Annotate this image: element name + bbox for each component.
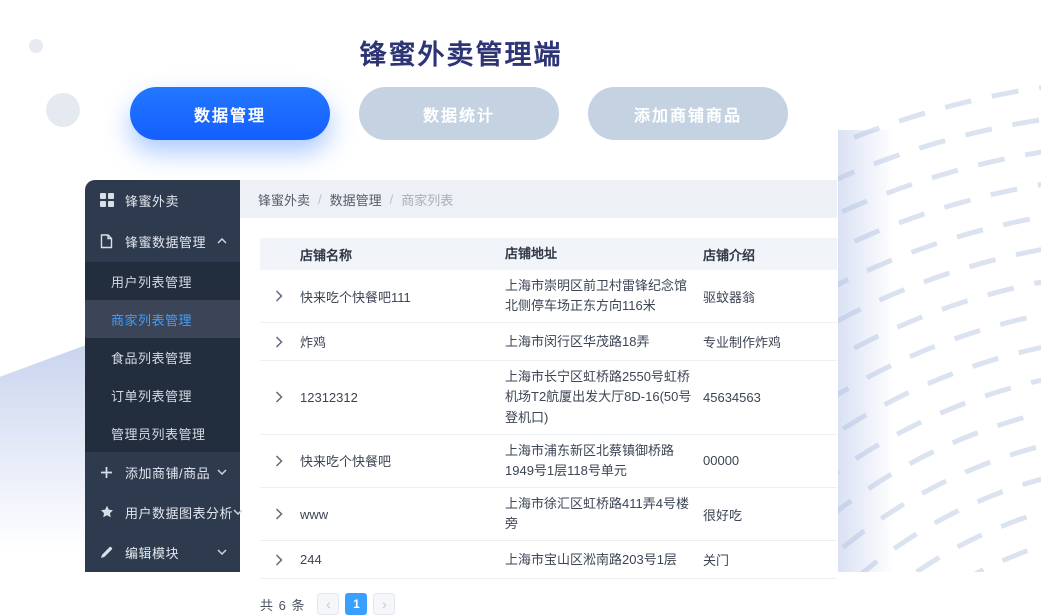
sidebar-item-label: 用户列表管理 [111,272,192,291]
tab-data-statistics[interactable]: 数据统计 [359,87,559,140]
decor-diagonal-gradient [0,345,86,572]
sidebar-item-label: 管理员列表管理 [111,424,206,443]
header-shop-address: 店铺地址 [505,244,703,264]
sidebar-item-order-list[interactable]: 订单列表管理 [85,376,240,414]
row-expand-button[interactable] [260,455,300,467]
sidebar-item-label: 锋蜜外卖 [125,191,228,210]
cell-shop-address: 上海市徐汇区虹桥路411弄4号楼旁 [505,494,703,534]
sidebar-item-label: 添加商铺/商品 [125,463,216,482]
chevron-down-icon [216,466,228,478]
sidebar-item-food-list[interactable]: 食品列表管理 [85,338,240,376]
sidebar-item-admin-list[interactable]: 管理员列表管理 [85,414,240,452]
header-shop-intro: 店铺介绍 [703,245,837,264]
grid-icon [99,193,114,208]
cell-shop-name: 12312312 [300,390,505,405]
sidebar-item-edit-module[interactable]: 编辑模块 [85,532,240,572]
row-expand-button[interactable] [260,290,300,302]
shop-table: 店铺名称 店铺地址 店铺介绍 快来吃个快餐吧111 上海市崇明区前卫村雷锋纪念馆… [260,238,837,579]
decor-dashed-arcs [838,58,1041,572]
pencil-icon [99,545,114,560]
table-row: 炸鸡 上海市闵行区华茂路18弄 专业制作炸鸡 [260,323,837,361]
decor-blue-band [838,130,894,572]
chevron-right-icon [275,290,283,302]
pagination-total: 共 6 条 [260,595,305,614]
row-expand-button[interactable] [260,336,300,348]
cell-shop-address: 上海市崇明区前卫村雷锋纪念馆北侧停车场正东方向116米 [505,276,703,316]
tab-label: 数据管理 [194,102,266,126]
sidebar-item-label: 锋蜜数据管理 [125,232,216,251]
cell-shop-intro: 驱蚊器翁 [703,287,837,306]
sidebar-item-label: 编辑模块 [125,543,216,562]
chevron-right-icon [275,455,283,467]
chevron-down-icon [216,546,228,558]
sidebar-item-add-shop[interactable]: 添加商铺/商品 [85,452,240,492]
cell-shop-address: 上海市浦东新区北蔡镇御桥路1949号1层118号单元 [505,441,703,481]
tab-label: 数据统计 [423,102,495,126]
breadcrumb-home[interactable]: 锋蜜外卖 [258,190,310,209]
cell-shop-name: www [300,507,505,522]
chevron-right-icon [275,554,283,566]
sidebar-item-label: 商家列表管理 [111,310,192,329]
chevron-up-icon [216,235,228,247]
chevron-right-icon [275,336,283,348]
table-row: 12312312 上海市长宁区虹桥路2550号虹桥机场T2航厦出发大厅8D-16… [260,361,837,434]
cell-shop-intro: 专业制作炸鸡 [703,332,837,351]
sidebar-item-label: 用户数据图表分析 [125,503,233,522]
sidebar: 锋蜜外卖 锋蜜数据管理 用户列表管理 商家列表管理 食品列表管理 订单列表管理 … [85,180,240,572]
chevron-right-icon [275,391,283,403]
cell-shop-name: 244 [300,552,505,567]
cell-shop-name: 快来吃个快餐吧 [300,451,505,470]
cell-shop-intro: 很好吃 [703,505,837,524]
table-header-row: 店铺名称 店铺地址 店铺介绍 [260,238,837,270]
cell-shop-address: 上海市闵行区华茂路18弄 [505,332,703,352]
pagination-next-button[interactable]: › [373,593,395,615]
sidebar-submenu: 用户列表管理 商家列表管理 食品列表管理 订单列表管理 管理员列表管理 [85,262,240,452]
row-expand-button[interactable] [260,391,300,403]
cell-shop-intro: 45634563 [703,390,837,405]
sidebar-item-brand[interactable]: 锋蜜外卖 [85,180,240,220]
header-shop-name: 店铺名称 [300,245,505,264]
breadcrumb-current: 商家列表 [401,190,453,209]
breadcrumb-data-management[interactable]: 数据管理 [330,190,382,209]
pagination: 共 6 条 ‹ 1 › [260,593,837,615]
breadcrumb-separator: / [390,192,394,207]
main-content: 锋蜜外卖 / 数据管理 / 商家列表 店铺名称 店铺地址 店铺介绍 快来吃个快餐… [240,180,837,572]
sidebar-item-data-management[interactable]: 锋蜜数据管理 [85,220,240,262]
top-tab-bar: 数据管理 数据统计 添加商铺商品 [130,87,817,140]
table-row: 快来吃个快餐吧 上海市浦东新区北蔡镇御桥路1949号1层118号单元 00000 [260,435,837,488]
pagination-prev-button[interactable]: ‹ [317,593,339,615]
chevron-right-icon [275,508,283,520]
file-icon [99,234,114,249]
sidebar-item-label: 订单列表管理 [111,386,192,405]
breadcrumb-separator: / [318,192,322,207]
tab-data-management[interactable]: 数据管理 [130,87,330,140]
star-icon [99,505,114,520]
sidebar-item-merchant-list[interactable]: 商家列表管理 [85,300,240,338]
cell-shop-address: 上海市长宁区虹桥路2550号虹桥机场T2航厦出发大厅8D-16(50号登机口) [505,367,703,427]
tab-label: 添加商铺商品 [634,102,742,126]
cell-shop-name: 快来吃个快餐吧111 [300,287,505,306]
row-expand-button[interactable] [260,508,300,520]
page-title: 锋蜜外卖管理端 [0,33,922,72]
tab-add-shop-goods[interactable]: 添加商铺商品 [588,87,788,140]
sidebar-item-label: 食品列表管理 [111,348,192,367]
table-row: 244 上海市宝山区淞南路203号1层 关门 [260,541,837,579]
chevron-left-icon: ‹ [326,597,331,611]
decor-circle-big [46,93,80,127]
sidebar-item-user-list[interactable]: 用户列表管理 [85,262,240,300]
table-row: 快来吃个快餐吧111 上海市崇明区前卫村雷锋纪念馆北侧停车场正东方向116米 驱… [260,270,837,323]
plus-icon [99,465,114,480]
breadcrumb: 锋蜜外卖 / 数据管理 / 商家列表 [240,180,837,218]
pagination-page-1[interactable]: 1 [345,593,367,615]
cell-shop-address: 上海市宝山区淞南路203号1层 [505,550,703,570]
row-expand-button[interactable] [260,554,300,566]
table-row: www 上海市徐汇区虹桥路411弄4号楼旁 很好吃 [260,488,837,541]
chevron-right-icon: › [382,597,387,611]
cell-shop-intro: 关门 [703,550,837,569]
chevron-down-icon [233,506,243,518]
cell-shop-intro: 00000 [703,453,837,468]
cell-shop-name: 炸鸡 [300,332,505,351]
sidebar-item-user-charts[interactable]: 用户数据图表分析 [85,492,240,532]
